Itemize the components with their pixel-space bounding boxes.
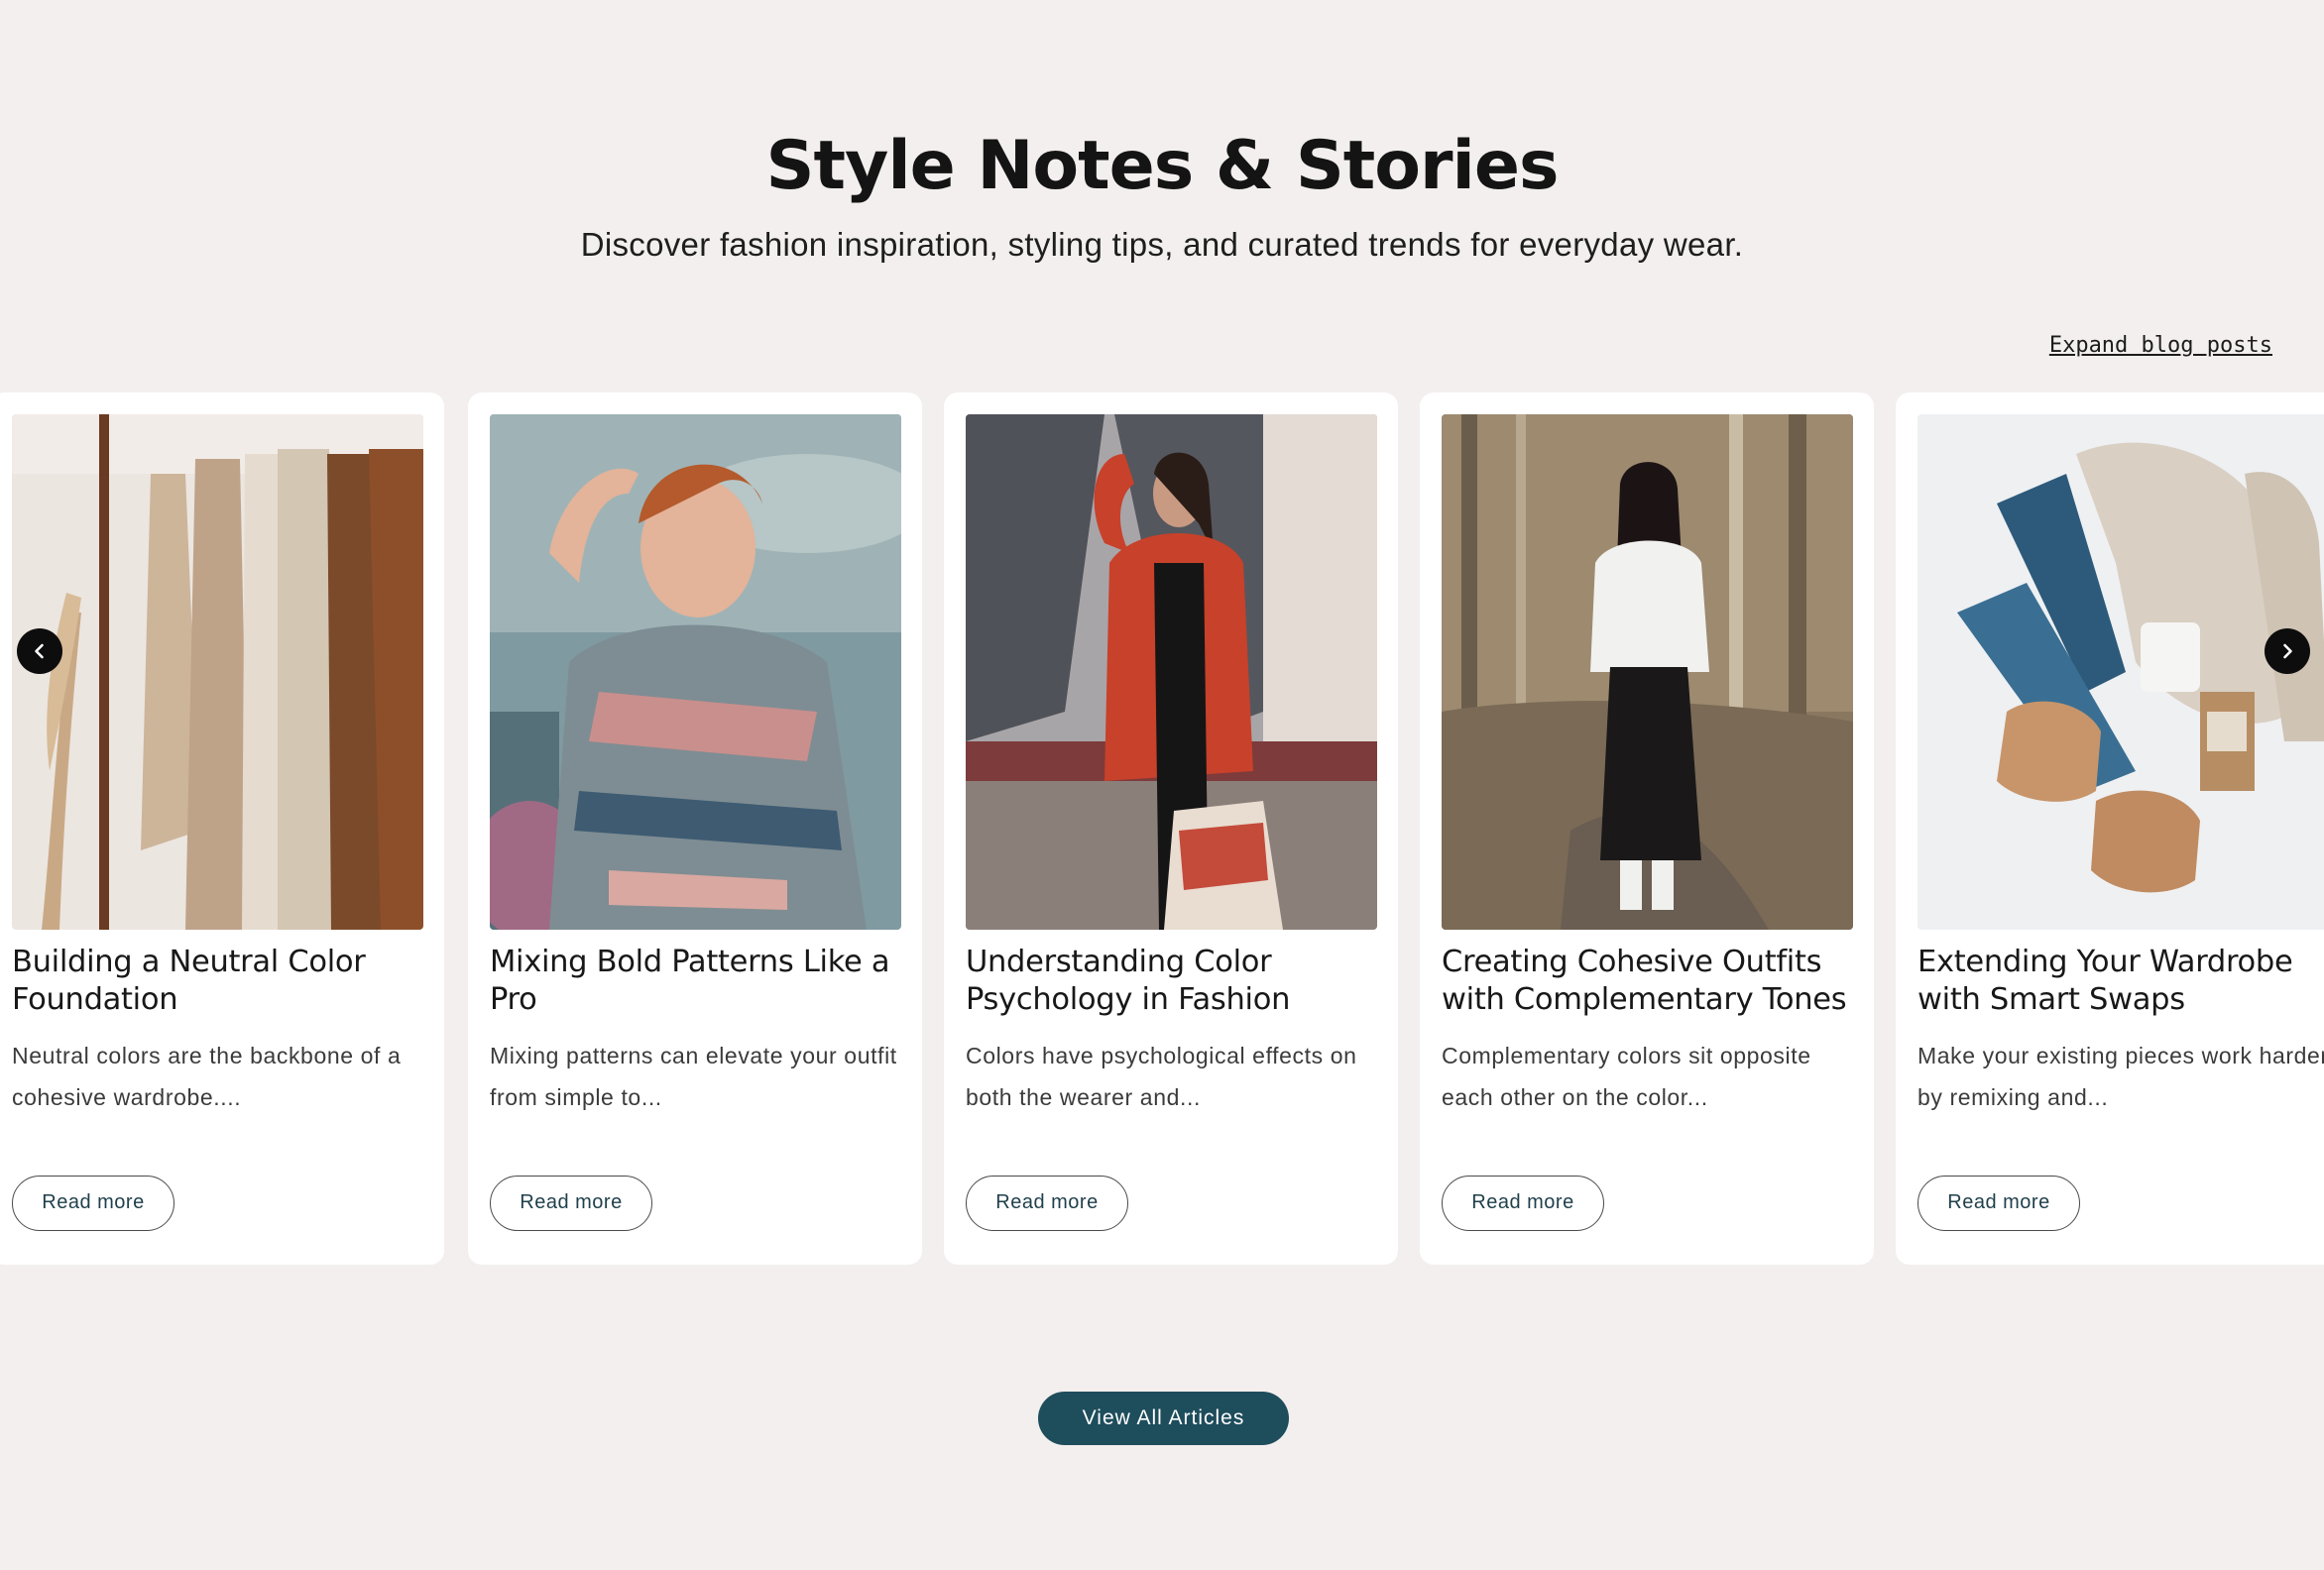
blog-card-title[interactable]: Extending Your Wardrobe with Smart Swaps [1917,944,2324,1019]
read-more-button[interactable]: Read more [12,1176,174,1231]
blog-card: Understanding Color Psychology in Fashio… [944,392,1398,1265]
blog-card-title[interactable]: Understanding Color Psychology in Fashio… [966,944,1382,1019]
chevron-left-icon [35,643,44,659]
blog-card: Creating Cohesive Outfits with Complemen… [1420,392,1874,1265]
view-all-articles-button[interactable]: View All Articles [1038,1392,1289,1445]
blog-card: Extending Your Wardrobe with Smart Swaps… [1896,392,2324,1265]
blog-card-excerpt: Colors have psychological effects on bot… [966,1043,1357,1110]
blog-carousel: Building a Neutral Color Foundation Neut… [0,392,2324,1267]
blog-card-excerpt: Make your existing pieces work harder by… [1917,1043,2324,1110]
blog-card-image[interactable] [12,414,423,930]
blog-card-excerpt: Mixing patterns can elevate your outfit … [490,1043,897,1110]
chevron-right-icon [2283,643,2292,659]
read-more-button[interactable]: Read more [1442,1176,1604,1231]
blog-card: Mixing Bold Patterns Like a Pro Mixing p… [468,392,922,1265]
blog-card-image[interactable] [490,414,901,930]
read-more-button[interactable]: Read more [490,1176,652,1231]
carousel-next-button[interactable] [2265,628,2310,674]
expand-blog-posts-link[interactable]: Expand blog posts [2049,333,2272,358]
blog-card: Building a Neutral Color Foundation Neut… [0,392,444,1265]
carousel-prev-button[interactable] [17,628,62,674]
blog-card-title[interactable]: Creating Cohesive Outfits with Complemen… [1442,944,1858,1019]
blog-card-title[interactable]: Building a Neutral Color Foundation [12,944,428,1019]
read-more-button[interactable]: Read more [966,1176,1128,1231]
section-subtitle: Discover fashion inspiration, styling ti… [580,226,1744,263]
blog-card-image[interactable] [1917,414,2324,930]
section-title: Style Notes & Stories [765,127,1560,205]
blog-card-excerpt: Complementary colors sit opposite each o… [1442,1043,1811,1110]
blog-card-excerpt: Neutral colors are the backbone of a coh… [12,1043,402,1110]
blog-card-title[interactable]: Mixing Bold Patterns Like a Pro [490,944,906,1019]
read-more-button[interactable]: Read more [1917,1176,2080,1231]
blog-card-image[interactable] [966,414,1377,930]
blog-card-image[interactable] [1442,414,1853,930]
